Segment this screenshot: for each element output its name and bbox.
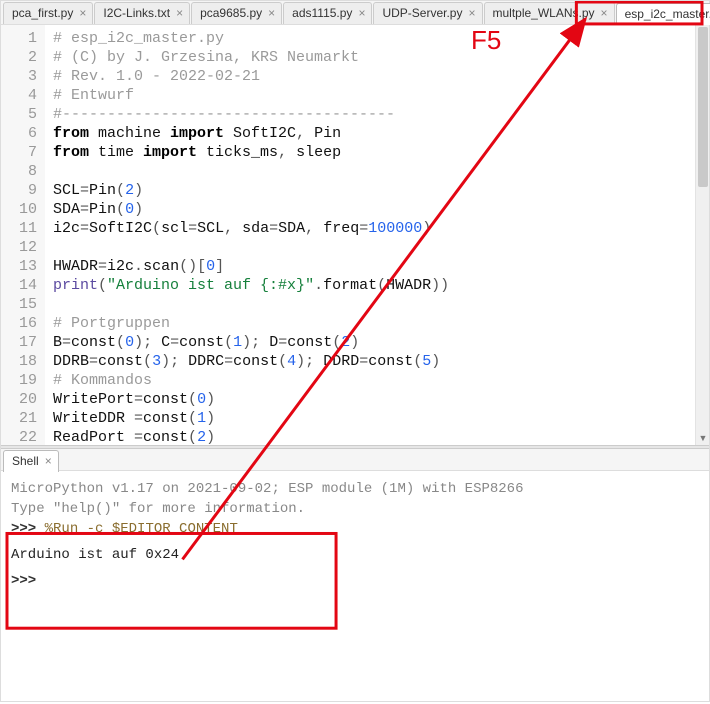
close-icon[interactable]: ×	[468, 6, 475, 20]
tab-label: I2C-Links.txt	[103, 6, 170, 20]
code-line[interactable]: SDA=Pin(0)	[53, 200, 709, 219]
line-number: 21	[1, 409, 37, 428]
code-editor[interactable]: 12345678910111213141516171819202122 # es…	[1, 25, 709, 445]
tab-multple_wlans-py[interactable]: multple_WLANs.py ×	[484, 2, 615, 24]
line-number: 14	[1, 276, 37, 295]
code-line[interactable]: DDRB=const(3); DDRC=const(4); DDRD=const…	[53, 352, 709, 371]
tab-pca_first-py[interactable]: pca_first.py ×	[3, 2, 93, 24]
shell-prompt: >>>	[11, 521, 36, 537]
line-number: 22	[1, 428, 37, 445]
close-icon[interactable]: ×	[45, 454, 52, 468]
line-number: 18	[1, 352, 37, 371]
code-line[interactable]: print("Arduino ist auf {:#x}".format(HWA…	[53, 276, 709, 295]
shell-run-line: >>> %Run -c $EDITOR_CONTENT	[11, 519, 699, 539]
line-number: 1	[1, 29, 37, 48]
close-icon[interactable]: ×	[358, 6, 365, 20]
line-number: 4	[1, 86, 37, 105]
code-area[interactable]: # esp_i2c_master.py# (C) by J. Grzesina,…	[45, 25, 709, 445]
line-number: 19	[1, 371, 37, 390]
shell-banner-line: Type "help()" for more information.	[11, 499, 699, 519]
line-number: 8	[1, 162, 37, 181]
code-line[interactable]: # Kommandos	[53, 371, 709, 390]
editor-tab-strip: pca_first.py×I2C-Links.txt×pca9685.py×ad…	[1, 1, 709, 25]
tab-pca9685-py[interactable]: pca9685.py ×	[191, 2, 282, 24]
code-line[interactable]	[53, 295, 709, 314]
code-line[interactable]: ReadPort =const(2)	[53, 428, 709, 445]
shell-output-line: Arduino ist auf 0x24	[11, 545, 699, 565]
line-number: 9	[1, 181, 37, 200]
line-number: 7	[1, 143, 37, 162]
tab-shell[interactable]: Shell ×	[3, 450, 59, 472]
code-line[interactable]: # Entwurf	[53, 86, 709, 105]
shell-panel[interactable]: MicroPython v1.17 on 2021-09-02; ESP mod…	[1, 471, 709, 691]
tab-label: multple_WLANs.py	[493, 6, 595, 20]
code-line[interactable]: HWADR=i2c.scan()[0]	[53, 257, 709, 276]
tab-label: pca9685.py	[200, 6, 262, 20]
line-number: 3	[1, 67, 37, 86]
tab-esp_i2c_master-py[interactable]: esp_i2c_master.py×	[616, 3, 710, 25]
close-icon[interactable]: ×	[268, 6, 275, 20]
scroll-down-icon[interactable]: ▼	[698, 433, 708, 445]
line-number: 15	[1, 295, 37, 314]
code-line[interactable]: from time import ticks_ms, sleep	[53, 143, 709, 162]
line-number: 6	[1, 124, 37, 143]
line-number: 13	[1, 257, 37, 276]
tab-ads1115-py[interactable]: ads1115.py ×	[283, 2, 372, 24]
code-line[interactable]: B=const(0); C=const(1); D=const(2)	[53, 333, 709, 352]
code-line[interactable]: # Rev. 1.0 - 2022-02-21	[53, 67, 709, 86]
shell-run-cmd: %Run -c $EDITOR_CONTENT	[45, 521, 238, 537]
line-number: 20	[1, 390, 37, 409]
code-line[interactable]: # (C) by J. Grzesina, KRS Neumarkt	[53, 48, 709, 67]
code-line[interactable]: from machine import SoftI2C, Pin	[53, 124, 709, 143]
tab-label: ads1115.py	[292, 6, 352, 20]
line-number: 17	[1, 333, 37, 352]
shell-prompt: >>>	[11, 573, 36, 589]
line-number: 5	[1, 105, 37, 124]
shell-banner-line: MicroPython v1.17 on 2021-09-02; ESP mod…	[11, 479, 699, 499]
code-line[interactable]: #-------------------------------------	[53, 105, 709, 124]
line-number: 16	[1, 314, 37, 333]
code-line[interactable]: SCL=Pin(2)	[53, 181, 709, 200]
code-line[interactable]: WriteDDR =const(1)	[53, 409, 709, 428]
code-line[interactable]	[53, 238, 709, 257]
line-number: 12	[1, 238, 37, 257]
code-line[interactable]: # Portgruppen	[53, 314, 709, 333]
code-line[interactable]: WritePort=const(0)	[53, 390, 709, 409]
line-number-gutter: 12345678910111213141516171819202122	[1, 25, 45, 445]
line-number: 10	[1, 200, 37, 219]
close-icon[interactable]: ×	[176, 6, 183, 20]
tab-i2c-links-txt[interactable]: I2C-Links.txt ×	[94, 2, 190, 24]
code-line[interactable]: # esp_i2c_master.py	[53, 29, 709, 48]
close-icon[interactable]: ×	[601, 6, 608, 20]
code-line[interactable]: i2c=SoftI2C(scl=SCL, sda=SDA, freq=10000…	[53, 219, 709, 238]
tab-udp-server-py[interactable]: UDP-Server.py ×	[373, 2, 482, 24]
editor-scrollbar[interactable]: ▲ ▼	[695, 25, 709, 445]
line-number: 2	[1, 48, 37, 67]
shell-tab-strip: Shell ×	[1, 449, 709, 471]
scroll-thumb[interactable]	[698, 27, 708, 187]
close-icon[interactable]: ×	[79, 6, 86, 20]
line-number: 11	[1, 219, 37, 238]
code-line[interactable]	[53, 162, 709, 181]
tab-label: pca_first.py	[12, 6, 73, 20]
shell-tab-label: Shell	[12, 454, 39, 468]
tab-label: UDP-Server.py	[382, 6, 462, 20]
tab-label: esp_i2c_master.py	[625, 7, 710, 21]
